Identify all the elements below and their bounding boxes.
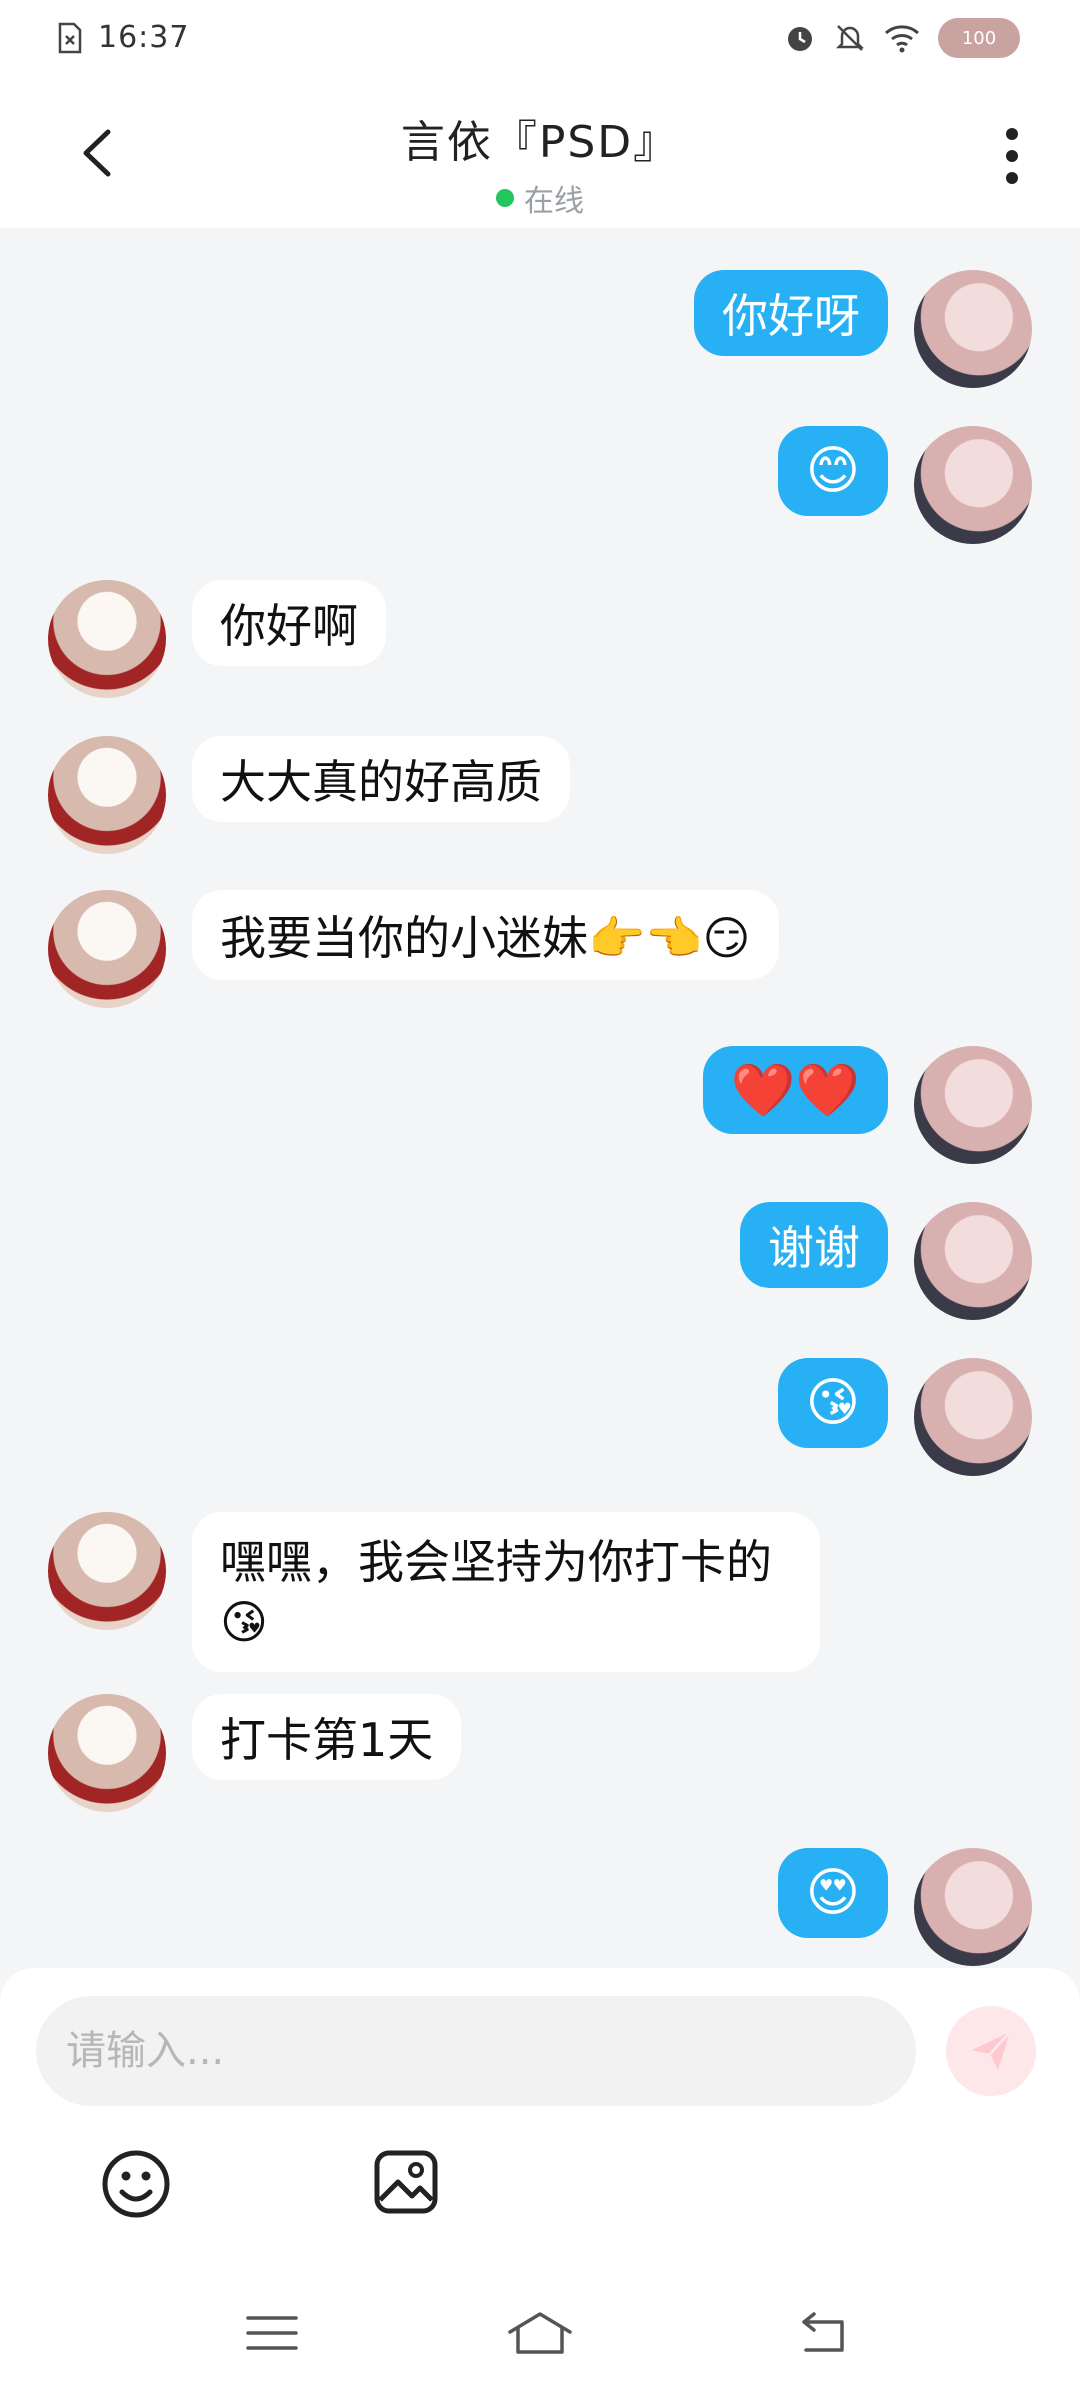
- send-button[interactable]: [946, 2006, 1036, 2096]
- message-text: 嘿嘿，我会坚持为你打卡的😘: [220, 1535, 772, 1649]
- composer: [0, 1968, 1080, 2408]
- mute-icon: [835, 25, 865, 51]
- battery-level: 100: [961, 27, 997, 49]
- my-avatar[interactable]: [914, 1202, 1032, 1320]
- more-button[interactable]: [984, 124, 1040, 188]
- message-text: 😘: [805, 1373, 860, 1433]
- back-nav-button[interactable]: [792, 2308, 852, 2358]
- presence-text: 在线: [524, 184, 584, 219]
- message-bubble[interactable]: 我要当你的小迷妹👉👈😏: [192, 890, 779, 980]
- my-avatar[interactable]: [914, 1358, 1032, 1476]
- menu-button[interactable]: [242, 2308, 302, 2358]
- message-text: 😊: [805, 441, 860, 501]
- wifi-icon: [885, 25, 919, 53]
- contact-avatar[interactable]: [48, 890, 166, 1008]
- contact-avatar[interactable]: [48, 580, 166, 698]
- status-left: 16:37: [56, 20, 189, 55]
- message-text: 😍: [805, 1863, 860, 1923]
- message-bubble[interactable]: 打卡第1天: [192, 1694, 462, 1780]
- image-icon: [374, 2150, 438, 2214]
- back-icon: [802, 2312, 844, 2352]
- message-text: 你好啊: [220, 599, 358, 653]
- contact-avatar[interactable]: [48, 736, 166, 854]
- message-text: 打卡第1天: [220, 1713, 434, 1767]
- message-text: 谢谢: [768, 1221, 860, 1275]
- my-avatar[interactable]: [914, 426, 1032, 544]
- alarm-icon: [788, 27, 812, 51]
- message-text: 你好呀: [722, 289, 860, 343]
- system-nav-bar: [0, 2288, 1080, 2396]
- home-button[interactable]: [504, 2308, 576, 2358]
- emoji-button[interactable]: [100, 2148, 172, 2220]
- my-avatar[interactable]: [914, 1046, 1032, 1164]
- message-input[interactable]: [36, 1996, 916, 2106]
- online-dot: [496, 189, 514, 207]
- title-block: 言依『PSD』 在线: [0, 106, 1080, 220]
- message-bubble[interactable]: 😘: [777, 1358, 888, 1448]
- presence-status: 在线: [0, 176, 1080, 220]
- chat-messages[interactable]: 你好呀 😊 你好啊 大大真的好高质 我要当你的小迷妹👉👈😏 ❤️❤️ 谢谢 😘 …: [0, 228, 1080, 1968]
- contact-name: 言依『PSD』: [400, 117, 680, 168]
- menu-icon: [246, 2316, 298, 2350]
- message-bubble[interactable]: ❤️❤️: [702, 1046, 888, 1134]
- message-text: 我要当你的小迷妹👉👈😏: [220, 911, 751, 965]
- my-avatar[interactable]: [914, 270, 1032, 388]
- message-bubble[interactable]: 大大真的好高质: [192, 736, 570, 822]
- message-bubble[interactable]: 😊: [777, 426, 888, 516]
- battery-icon: 100: [938, 18, 1020, 58]
- message-bubble[interactable]: 你好呀: [694, 270, 888, 356]
- message-text: 大大真的好高质: [220, 755, 542, 809]
- status-bar: 16:37 100: [0, 0, 1080, 80]
- sim-off-icon: [58, 22, 82, 53]
- chat-header: 言依『PSD』 在线: [0, 80, 1080, 228]
- message-text: ❤️❤️: [730, 1060, 861, 1121]
- contact-avatar[interactable]: [48, 1512, 166, 1630]
- message-bubble[interactable]: 谢谢: [740, 1202, 888, 1288]
- my-avatar[interactable]: [914, 1848, 1032, 1966]
- send-icon: [972, 2030, 1012, 2070]
- contact-avatar[interactable]: [48, 1694, 166, 1812]
- message-bubble[interactable]: 😍: [777, 1848, 888, 1938]
- home-icon: [508, 2312, 572, 2354]
- message-bubble[interactable]: 你好啊: [192, 580, 386, 666]
- image-button[interactable]: [372, 2148, 440, 2216]
- smiley-icon: [102, 2150, 170, 2218]
- status-right: 100: [784, 18, 1020, 58]
- message-bubble[interactable]: 嘿嘿，我会坚持为你打卡的😘: [192, 1512, 820, 1672]
- status-time: 16:37: [98, 20, 190, 55]
- more-vertical-icon: [1006, 128, 1018, 184]
